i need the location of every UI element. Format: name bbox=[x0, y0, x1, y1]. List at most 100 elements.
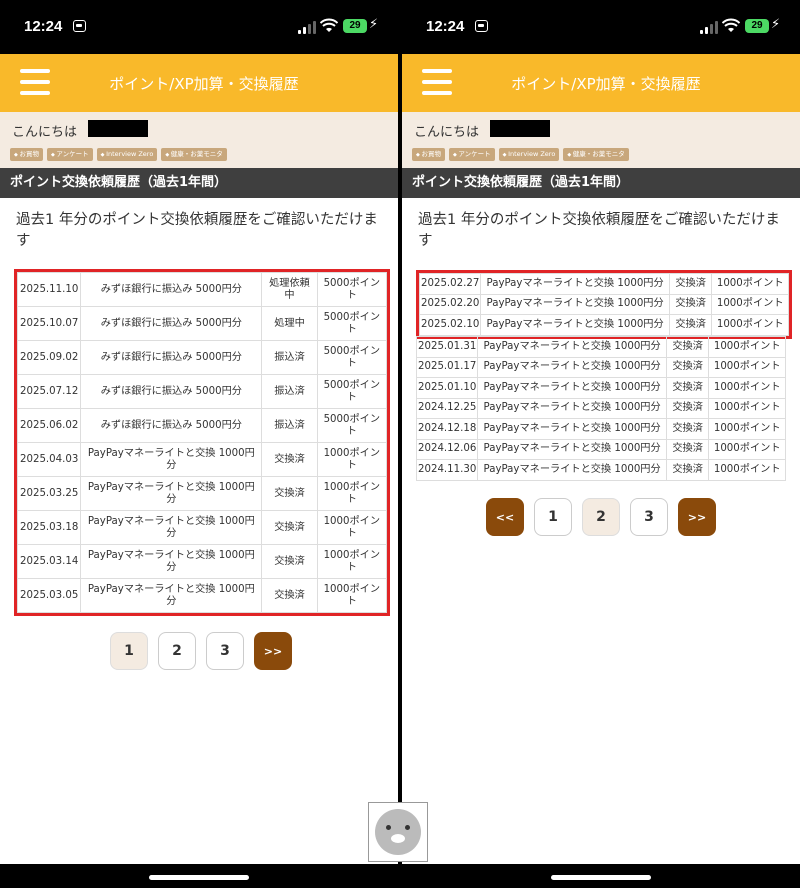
table-row: 2025.09.02 みずほ銀行に振込み 5000円分 振込済 5000ポイント bbox=[16, 340, 388, 375]
table-row: 2025.01.31 PayPayマネーライトと交換 1000円分 交換済 1000ポ… bbox=[415, 336, 786, 358]
table-cell-points: 5000ポイント bbox=[316, 340, 388, 375]
table-cell-points: 1000ポイント bbox=[708, 377, 786, 399]
table-cell-date: 2025.09.02 bbox=[16, 340, 82, 375]
tag-shopping[interactable]: お買物 bbox=[412, 148, 445, 161]
table-cell-item: PayPayマネーライトと交換 1000円分 bbox=[477, 336, 667, 358]
cellular-signal-icon bbox=[700, 21, 718, 34]
table-cell-item: PayPayマネーライトと交換 1000円分 bbox=[477, 418, 667, 440]
table-cell-date: 2025.03.18 bbox=[16, 510, 82, 545]
home-indicator bbox=[149, 875, 249, 880]
cellular-signal-icon bbox=[298, 21, 316, 34]
table-cell-item: みずほ銀行に振込み 5000円分 bbox=[80, 306, 263, 341]
table-cell-item: PayPayマネーライトと交換 1000円分 bbox=[477, 377, 667, 399]
tag-shopping[interactable]: お買物 bbox=[10, 148, 43, 161]
category-tags: お買物 アンケート Interview Zero 健康・お薬モニタ bbox=[412, 148, 629, 161]
pagination: 1 2 3 >> bbox=[110, 632, 292, 670]
table-cell-date: 2025.04.03 bbox=[16, 442, 82, 477]
table-row: 2024.12.18 PayPayマネーライトと交換 1000円分 交換済 1000ポ… bbox=[415, 418, 786, 440]
table-cell-date: 2025.01.17 bbox=[415, 356, 479, 378]
table-cell-points: 5000ポイント bbox=[316, 272, 388, 307]
redacted-username bbox=[88, 120, 148, 137]
table-cell-points: 5000ポイント bbox=[316, 408, 388, 443]
page-3-button[interactable]: 3 bbox=[630, 498, 668, 536]
greeting-area: こんにちは お買物 アンケート Interview Zero 健康・お薬モニタ bbox=[0, 112, 398, 168]
greeting-text: こんにちは bbox=[12, 125, 78, 140]
table-cell-item: PayPayマネーライトと交換 1000円分 bbox=[477, 459, 667, 481]
tag-interview-zero[interactable]: Interview Zero bbox=[96, 148, 158, 161]
table-cell-item: PayPayマネーライトと交換 1000円分 bbox=[477, 397, 667, 419]
wifi-icon bbox=[722, 18, 740, 32]
tag-health-monitor[interactable]: 健康・お薬モニタ bbox=[563, 148, 629, 161]
table-row: 2025.07.12 みずほ銀行に振込み 5000円分 振込済 5000ポイント bbox=[16, 374, 388, 409]
table-row: 2025.04.03 PayPayマネーライトと交換 1000円分 交換済 1000ポ… bbox=[16, 442, 388, 477]
table-row: 2025.03.14 PayPayマネーライトと交換 1000円分 交換済 1000ポ… bbox=[16, 544, 388, 579]
table-row: 2025.11.10 みずほ銀行に振込み 5000円分 処理依頼中 5000ポイント bbox=[16, 272, 388, 307]
page-title: ポイント/XP加算・交換履歴 bbox=[109, 75, 299, 93]
app-header: ポイント/XP加算・交換履歴 bbox=[402, 54, 800, 112]
table-cell-date: 2024.12.25 bbox=[415, 397, 479, 419]
table-cell-item: みずほ銀行に振込み 5000円分 bbox=[80, 374, 263, 409]
section-title: ポイント交換依頼履歴（過去1年間） bbox=[402, 168, 800, 198]
table-cell-points: 1000ポイント bbox=[708, 336, 786, 358]
tag-survey[interactable]: アンケート bbox=[46, 148, 93, 161]
tag-health-monitor[interactable]: 健康・お薬モニタ bbox=[161, 148, 227, 161]
table-cell-status: 処理依頼中 bbox=[261, 272, 318, 307]
table-cell-item: みずほ銀行に振込み 5000円分 bbox=[80, 340, 263, 375]
seal-watermark-logo bbox=[368, 802, 428, 862]
battery-indicator: 29 bbox=[343, 19, 367, 33]
category-tags: お買物 アンケート Interview Zero 健康・お薬モニタ bbox=[10, 148, 227, 161]
history-table-highlighted: 2025.02.27 PayPayマネーライトと交換 1000円分 交換済 1000ポ… bbox=[416, 270, 792, 339]
app-header: ポイント/XP加算・交換履歴 bbox=[0, 54, 398, 112]
page-title: ポイント/XP加算・交換履歴 bbox=[511, 75, 701, 93]
table-row: 2024.12.25 PayPayマネーライトと交換 1000円分 交換済 1000ポ… bbox=[415, 397, 786, 419]
next-page-button[interactable]: >> bbox=[678, 498, 716, 536]
table-cell-date: 2025.03.05 bbox=[16, 578, 82, 613]
table-cell-item: みずほ銀行に振込み 5000円分 bbox=[80, 408, 263, 443]
table-cell-status: 交換済 bbox=[261, 442, 318, 477]
table-cell-status: 交換済 bbox=[668, 293, 713, 315]
table-cell-status: 交換済 bbox=[261, 544, 318, 579]
history-table-rest: 2025.01.31 PayPayマネーライトと交換 1000円分 交換済 1000ポ… bbox=[415, 336, 786, 481]
table-cell-status: 交換済 bbox=[665, 336, 710, 358]
history-table-rest-wrap: 2025.01.31 PayPayマネーライトと交換 1000円分 交換済 1000ポ… bbox=[415, 336, 786, 481]
table-cell-item: PayPayマネーライトと交換 1000円分 bbox=[80, 476, 263, 511]
table-row: 2025.01.17 PayPayマネーライトと交換 1000円分 交換済 1000ポ… bbox=[415, 356, 786, 378]
table-cell-status: 交換済 bbox=[665, 418, 710, 440]
page-1-button[interactable]: 1 bbox=[110, 632, 148, 670]
intro-text: 過去1 年分のポイント交換依頼履歴をご確認いただけます bbox=[16, 212, 378, 249]
charging-icon: ⚡ bbox=[369, 17, 379, 32]
status-bar: 12:24 29 ⚡ bbox=[0, 0, 398, 54]
table-cell-status: 交換済 bbox=[665, 438, 710, 460]
tag-survey[interactable]: アンケート bbox=[448, 148, 495, 161]
status-time: 12:24 bbox=[24, 18, 63, 35]
page-3-button[interactable]: 3 bbox=[206, 632, 244, 670]
table-cell-points: 1000ポイント bbox=[316, 578, 388, 613]
table-row: 2025.01.10 PayPayマネーライトと交換 1000円分 交換済 1000ポ… bbox=[415, 377, 786, 399]
table-cell-points: 5000ポイント bbox=[316, 306, 388, 341]
table-row: 2025.02.10 PayPayマネーライトと交換 1000円分 交換済 1000ポ… bbox=[418, 314, 789, 336]
greeting-area: こんにちは お買物 アンケート Interview Zero 健康・お薬モニタ bbox=[402, 112, 800, 168]
table-cell-points: 5000ポイント bbox=[316, 374, 388, 409]
table-cell-date: 2025.02.10 bbox=[418, 314, 482, 336]
table-cell-status: 交換済 bbox=[261, 476, 318, 511]
table-cell-status: 交換済 bbox=[668, 314, 713, 336]
table-row: 2025.02.20 PayPayマネーライトと交換 1000円分 交換済 1000ポ… bbox=[418, 293, 789, 315]
table-cell-status: 振込済 bbox=[261, 408, 318, 443]
tag-interview-zero[interactable]: Interview Zero bbox=[498, 148, 560, 161]
page-2-button[interactable]: 2 bbox=[582, 498, 620, 536]
table-cell-status: 交換済 bbox=[665, 459, 710, 481]
table-cell-item: PayPayマネーライトと交換 1000円分 bbox=[480, 293, 670, 315]
page-1-button[interactable]: 1 bbox=[534, 498, 572, 536]
page-2-button[interactable]: 2 bbox=[158, 632, 196, 670]
wifi-icon bbox=[320, 18, 338, 32]
battery-indicator: 29 bbox=[745, 19, 769, 33]
table-row: 2025.10.07 みずほ銀行に振込み 5000円分 処理中 5000ポイント bbox=[16, 306, 388, 341]
history-table-top: 2025.02.27 PayPayマネーライトと交換 1000円分 交換済 1000ポ… bbox=[418, 273, 789, 336]
table-cell-item: PayPayマネーライトと交換 1000円分 bbox=[80, 578, 263, 613]
greeting-text: こんにちは bbox=[414, 125, 480, 140]
prev-page-button[interactable]: << bbox=[486, 498, 524, 536]
table-cell-status: 振込済 bbox=[261, 374, 318, 409]
next-page-button[interactable]: >> bbox=[254, 632, 292, 670]
table-cell-date: 2025.03.25 bbox=[16, 476, 82, 511]
home-indicator bbox=[551, 875, 651, 880]
